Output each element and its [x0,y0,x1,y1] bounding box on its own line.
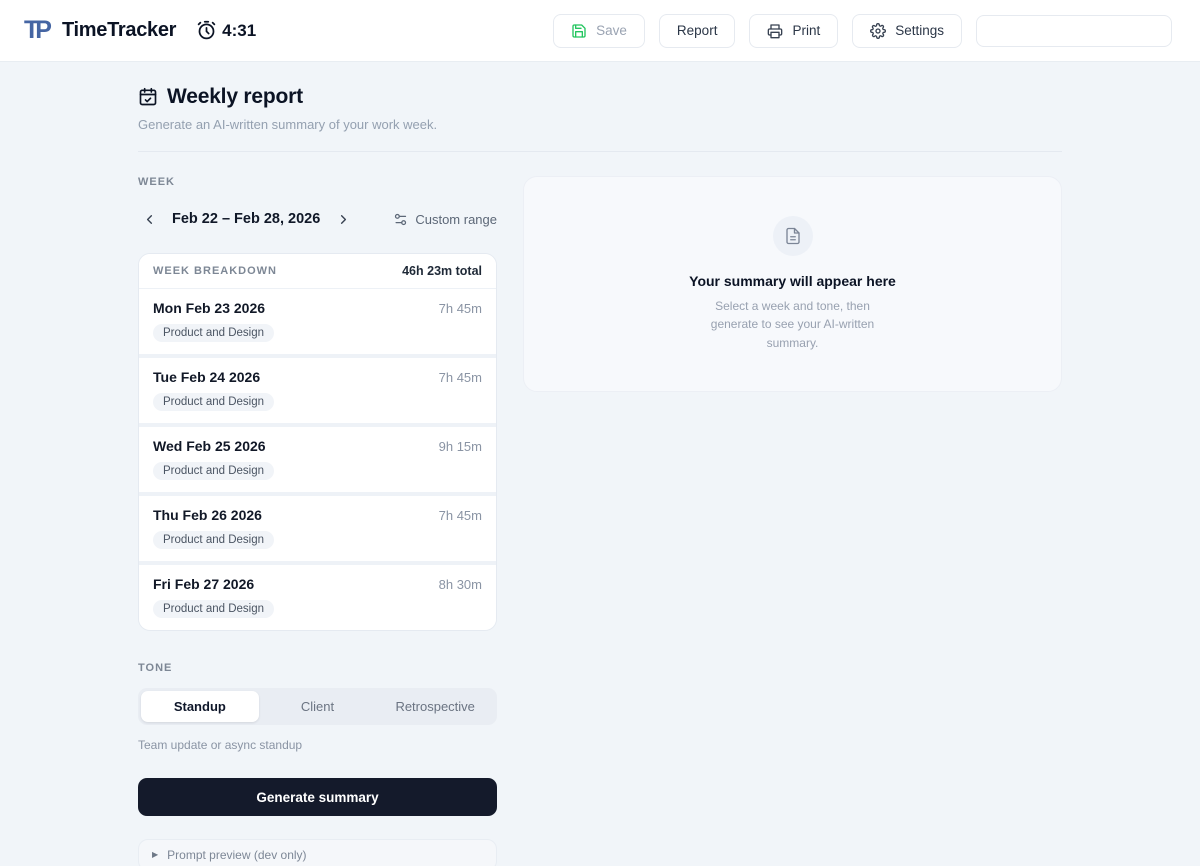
topbar-actions: Save Report Print Settings [553,14,1172,48]
stopwatch-icon [196,20,217,41]
sliders-icon [393,212,408,227]
report-button[interactable]: Report [659,14,736,48]
save-button-label: Save [596,23,627,38]
week-range: Feb 22 – Feb 28, 2026 [172,211,320,227]
next-week-button[interactable] [332,208,354,230]
day-row[interactable]: Tue Feb 24 2026 7h 45m Product and Desig… [139,358,496,423]
tone-label: TONE [138,662,497,674]
summary-empty-title: Your summary will appear here [689,273,896,289]
timer-value: 4:31 [222,21,256,41]
header-input[interactable] [976,15,1172,47]
week-navigation: Feb 22 – Feb 28, 2026 Custom range [138,205,497,233]
day-date: Tue Feb 24 2026 [153,369,260,385]
day-duration: 7h 45m [439,370,482,385]
generate-summary-button[interactable]: Generate summary [138,778,497,816]
tone-segmented-control: Standup Client Retrospective [138,688,497,725]
controls-column: WEEK Feb 22 – Feb 28, 2026 [138,176,497,866]
tone-tab-retrospective[interactable]: Retrospective [376,691,494,722]
settings-button[interactable]: Settings [852,14,962,48]
day-duration: 7h 45m [439,301,482,316]
main-content: Weekly report Generate an AI-written sum… [138,62,1062,866]
day-date: Fri Feb 27 2026 [153,576,254,592]
caret-right-icon: ▶ [152,851,158,859]
day-date: Thu Feb 26 2026 [153,507,262,523]
prompt-preview-label: Prompt preview (dev only) [167,848,306,862]
chevron-right-icon [336,212,351,227]
day-date: Wed Feb 25 2026 [153,438,266,454]
day-duration: 7h 45m [439,508,482,523]
prompt-preview-toggle[interactable]: ▶ Prompt preview (dev only) [138,839,497,866]
tone-tab-client[interactable]: Client [259,691,377,722]
summary-column: Your summary will appear here Select a w… [523,176,1062,866]
day-project-badge: Product and Design [153,324,274,342]
week-breakdown-label: WEEK BREAKDOWN [153,265,277,277]
custom-range-button[interactable]: Custom range [393,212,497,227]
calendar-check-icon [138,87,158,107]
day-row[interactable]: Mon Feb 23 2026 7h 45m Product and Desig… [139,289,496,354]
week-total: 46h 23m total [402,264,482,278]
tone-helper-text: Team update or async standup [138,738,497,752]
custom-range-label: Custom range [415,212,497,227]
day-date: Mon Feb 23 2026 [153,300,265,316]
app-logo-icon: TP [24,18,52,43]
week-breakdown-card: WEEK BREAKDOWN 46h 23m total Mon Feb 23 … [138,253,497,631]
settings-button-label: Settings [895,23,944,38]
chevron-left-icon [142,212,157,227]
week-breakdown-header: WEEK BREAKDOWN 46h 23m total [139,254,496,289]
brand: TP TimeTracker [24,18,176,43]
gear-icon [870,23,886,39]
tone-tab-standup[interactable]: Standup [141,691,259,722]
summary-panel: Your summary will appear here Select a w… [523,176,1062,392]
page-subtitle: Generate an AI-written summary of your w… [138,117,1062,132]
day-list: Mon Feb 23 2026 7h 45m Product and Desig… [139,289,496,630]
week-label: WEEK [138,176,497,188]
page-title: Weekly report [167,85,303,109]
day-project-badge: Product and Design [153,393,274,411]
day-duration: 8h 30m [439,577,482,592]
report-button-label: Report [677,23,718,38]
day-row[interactable]: Thu Feb 26 2026 7h 45m Product and Desig… [139,496,496,561]
app-title: TimeTracker [62,19,176,42]
document-icon [773,216,813,256]
day-project-badge: Product and Design [153,600,274,618]
day-project-badge: Product and Design [153,462,274,480]
print-button-label: Print [792,23,820,38]
print-button[interactable]: Print [749,14,838,48]
save-icon [571,23,587,39]
top-bar: TP TimeTracker 4:31 Save Report [0,0,1200,62]
summary-empty-description: Select a week and tone, then generate to… [693,297,893,353]
save-button[interactable]: Save [553,14,645,48]
day-project-badge: Product and Design [153,531,274,549]
day-row[interactable]: Wed Feb 25 2026 9h 15m Product and Desig… [139,427,496,492]
summary-empty-state: Your summary will appear here Select a w… [689,216,896,353]
previous-week-button[interactable] [138,208,160,230]
printer-icon [767,23,783,39]
tone-section: TONE Standup Client Retrospective Team u… [138,662,497,752]
timer: 4:31 [196,20,256,41]
header-divider [138,151,1062,152]
day-row[interactable]: Fri Feb 27 2026 8h 30m Product and Desig… [139,565,496,630]
day-duration: 9h 15m [439,439,482,454]
